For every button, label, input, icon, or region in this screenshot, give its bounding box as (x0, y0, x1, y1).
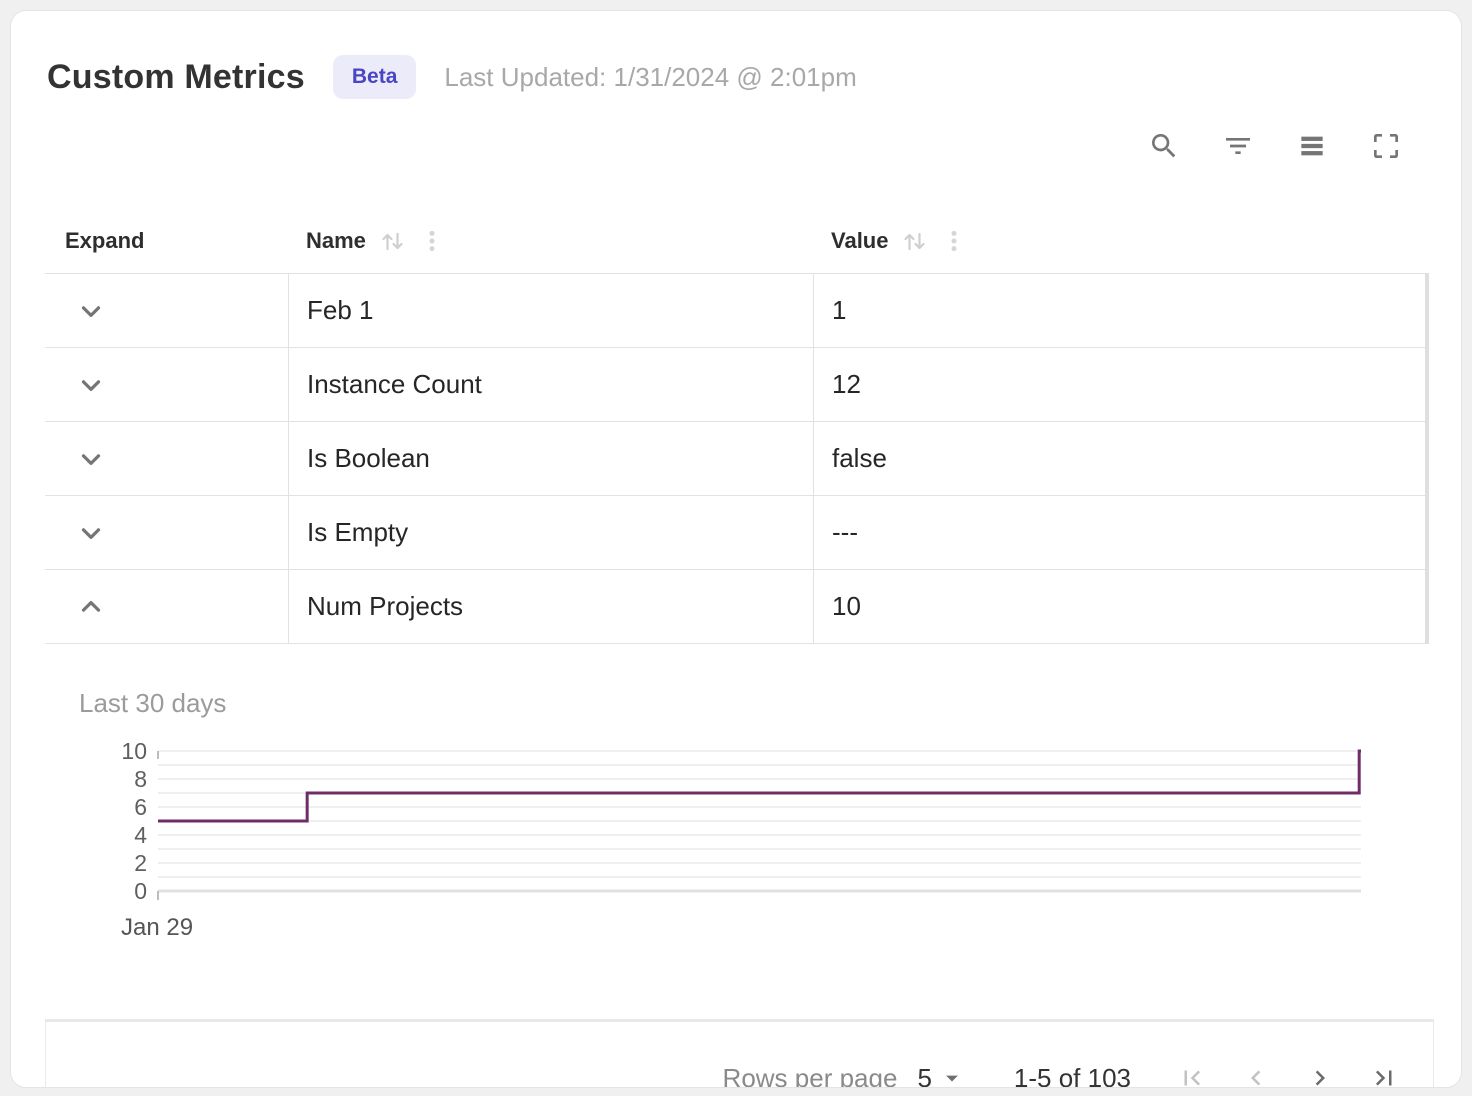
expand-cell (45, 570, 288, 643)
svg-text:6: 6 (134, 794, 147, 820)
search-icon[interactable] (1147, 129, 1181, 163)
svg-text:10: 10 (121, 739, 147, 764)
expand-cell (45, 348, 288, 421)
value-cell: 12 (813, 348, 1425, 421)
metric-history-chart: 0246810 Jan 29 (79, 739, 1379, 949)
pagination-footer: Rows per page 5 1-5 of 103 (45, 1019, 1434, 1088)
page-header: Custom Metrics Beta Last Updated: 1/31/2… (11, 11, 1461, 99)
svg-text:4: 4 (134, 822, 147, 848)
name-cell: Feb 1 (288, 274, 813, 347)
expand-cell (45, 274, 288, 347)
previous-page-icon[interactable] (1237, 1059, 1275, 1088)
table-row: Is Empty --- (45, 495, 1425, 569)
pagination-controls (1173, 1059, 1403, 1088)
column-header-value[interactable]: Value (813, 228, 1429, 255)
first-page-icon[interactable] (1173, 1059, 1211, 1088)
sort-icon[interactable] (901, 228, 928, 255)
svg-text:Jan 29: Jan 29 (121, 914, 193, 941)
column-header-value-label: Value (831, 228, 888, 254)
last-updated-text: Last Updated: 1/31/2024 @ 2:01pm (444, 62, 856, 93)
row-detail-panel: Last 30 days 0246810 Jan 29 (11, 688, 1461, 1019)
name-cell: Is Boolean (288, 422, 813, 495)
sort-icon[interactable] (379, 228, 406, 255)
column-header-expand-label: Expand (65, 228, 144, 254)
grid-toolbar (11, 129, 1461, 163)
next-page-icon[interactable] (1301, 1059, 1339, 1088)
density-icon[interactable] (1295, 129, 1329, 163)
rows-per-page-dropdown-icon[interactable] (938, 1064, 966, 1088)
chevron-up-icon[interactable] (75, 591, 107, 623)
chevron-down-icon[interactable] (75, 295, 107, 327)
column-header-expand: Expand (45, 228, 288, 254)
rows-per-page-label: Rows per page (723, 1063, 898, 1089)
name-cell: Instance Count (288, 348, 813, 421)
table-body: Feb 1 1 Instance Count 12 Is Boolean fal… (45, 273, 1429, 644)
value-cell: 10 (813, 570, 1425, 643)
value-cell: 1 (813, 274, 1425, 347)
table-header-row: Expand Name Value (45, 209, 1429, 273)
chevron-down-icon[interactable] (75, 517, 107, 549)
svg-text:8: 8 (134, 766, 147, 792)
expand-cell (45, 422, 288, 495)
filter-icon[interactable] (1221, 129, 1255, 163)
svg-text:2: 2 (134, 850, 147, 876)
last-page-icon[interactable] (1365, 1059, 1403, 1088)
column-header-name-label: Name (306, 228, 366, 254)
fullscreen-icon[interactable] (1369, 129, 1403, 163)
column-header-name[interactable]: Name (288, 228, 813, 255)
metrics-table: Expand Name Value (45, 209, 1429, 644)
value-cell: false (813, 422, 1425, 495)
table-row: Is Boolean false (45, 421, 1425, 495)
expand-cell (45, 496, 288, 569)
column-menu-icon[interactable] (419, 228, 445, 254)
name-cell: Is Empty (288, 496, 813, 569)
table-row-expanded: Num Projects 10 (45, 569, 1425, 643)
chevron-down-icon[interactable] (75, 443, 107, 475)
column-menu-icon[interactable] (941, 228, 967, 254)
beta-badge: Beta (333, 55, 417, 99)
table-row: Feb 1 1 (45, 273, 1425, 347)
page-title: Custom Metrics (47, 58, 305, 97)
pagination-range-label: 1-5 of 103 (1014, 1063, 1131, 1089)
chart-title: Last 30 days (79, 688, 1461, 719)
value-cell: --- (813, 496, 1425, 569)
name-cell: Num Projects (288, 570, 813, 643)
rows-per-page-value[interactable]: 5 (917, 1063, 931, 1089)
svg-text:0: 0 (134, 878, 147, 904)
table-row: Instance Count 12 (45, 347, 1425, 421)
custom-metrics-card: Custom Metrics Beta Last Updated: 1/31/2… (10, 10, 1462, 1088)
chevron-down-icon[interactable] (75, 369, 107, 401)
